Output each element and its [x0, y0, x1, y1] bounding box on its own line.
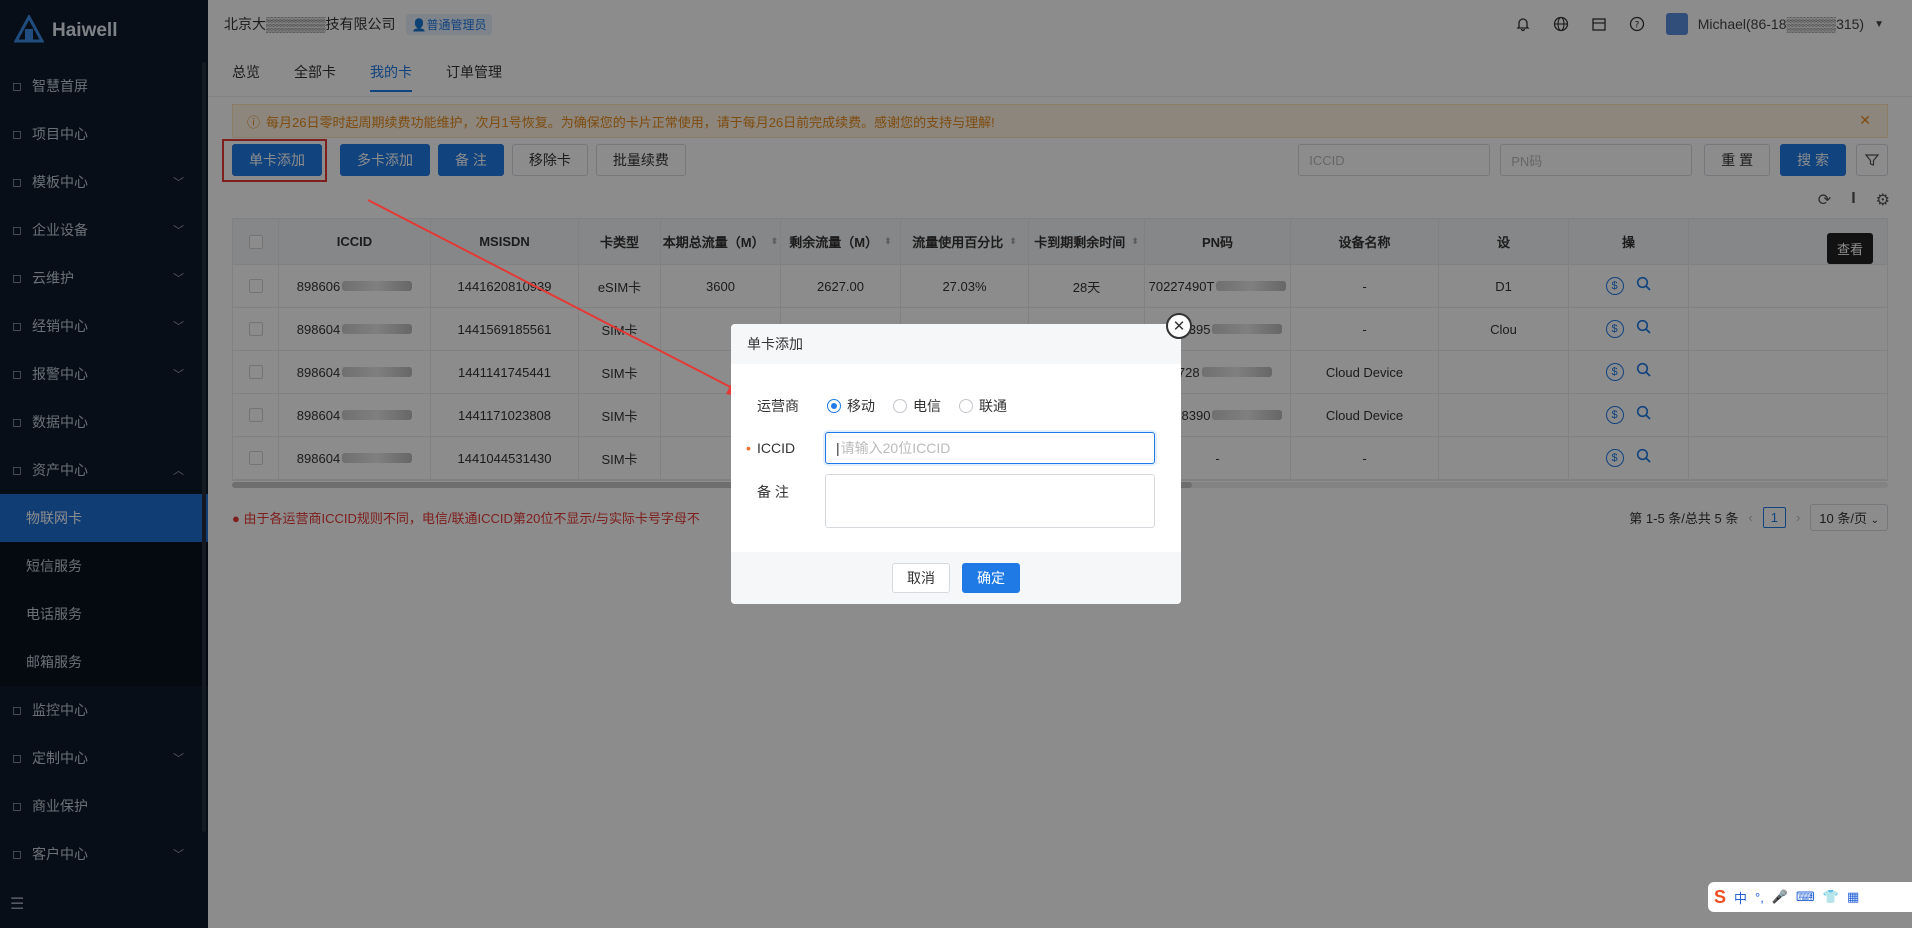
- carrier-row: 运营商 移动 电信 联通: [731, 396, 1025, 416]
- carrier-radio-label: 移动: [847, 398, 875, 414]
- carrier-radio[interactable]: 电信: [893, 396, 941, 416]
- required-mark: •: [746, 440, 751, 456]
- mic-icon[interactable]: 🎤: [1772, 889, 1788, 905]
- iccid-row: • ICCID | 请输入20位ICCID: [731, 432, 1155, 464]
- carrier-radio-label: 联通: [979, 398, 1007, 414]
- keyboard-icon[interactable]: ⌨: [1796, 889, 1815, 905]
- remark-textarea[interactable]: [825, 474, 1155, 528]
- radio-dot: [959, 399, 973, 413]
- iccid-placeholder: 请输入20位ICCID: [840, 440, 951, 456]
- sogou-logo-icon: S: [1714, 886, 1727, 907]
- ime-toolbar[interactable]: S 中 °, 🎤 ⌨ 👕 ▦: [1708, 882, 1912, 912]
- radio-dot: [827, 399, 841, 413]
- iccid-label: • ICCID: [731, 440, 825, 456]
- ime-language[interactable]: 中: [1734, 888, 1747, 907]
- carrier-label: 运营商: [757, 398, 799, 414]
- punctuation-icon[interactable]: °,: [1755, 890, 1764, 905]
- carrier-radio[interactable]: 联通: [959, 396, 1007, 416]
- grid-icon[interactable]: ▦: [1847, 889, 1859, 905]
- radio-dot: [893, 399, 907, 413]
- iccid-label-text: ICCID: [757, 440, 796, 456]
- skin-icon[interactable]: 👕: [1823, 889, 1839, 905]
- carrier-radio[interactable]: 移动: [827, 396, 875, 416]
- remark-row: 备 注: [731, 474, 1155, 528]
- carrier-radio-label: 电信: [913, 398, 941, 414]
- dialog-title: 单卡添加: [731, 324, 1181, 364]
- close-icon[interactable]: ✕: [1166, 313, 1192, 339]
- carrier-radio-group: 移动 电信 联通: [827, 396, 1025, 416]
- cancel-button[interactable]: 取消: [892, 563, 950, 593]
- iccid-input[interactable]: | 请输入20位ICCID: [825, 432, 1155, 464]
- dialog-footer: 取消 确定: [731, 552, 1181, 604]
- single-add-dialog: 单卡添加 ✕ 运营商 移动 电信 联通 • ICCID | 请输入20位ICCID 备 …: [731, 313, 1192, 604]
- confirm-button[interactable]: 确定: [962, 563, 1020, 593]
- remark-label: 备 注: [757, 484, 789, 500]
